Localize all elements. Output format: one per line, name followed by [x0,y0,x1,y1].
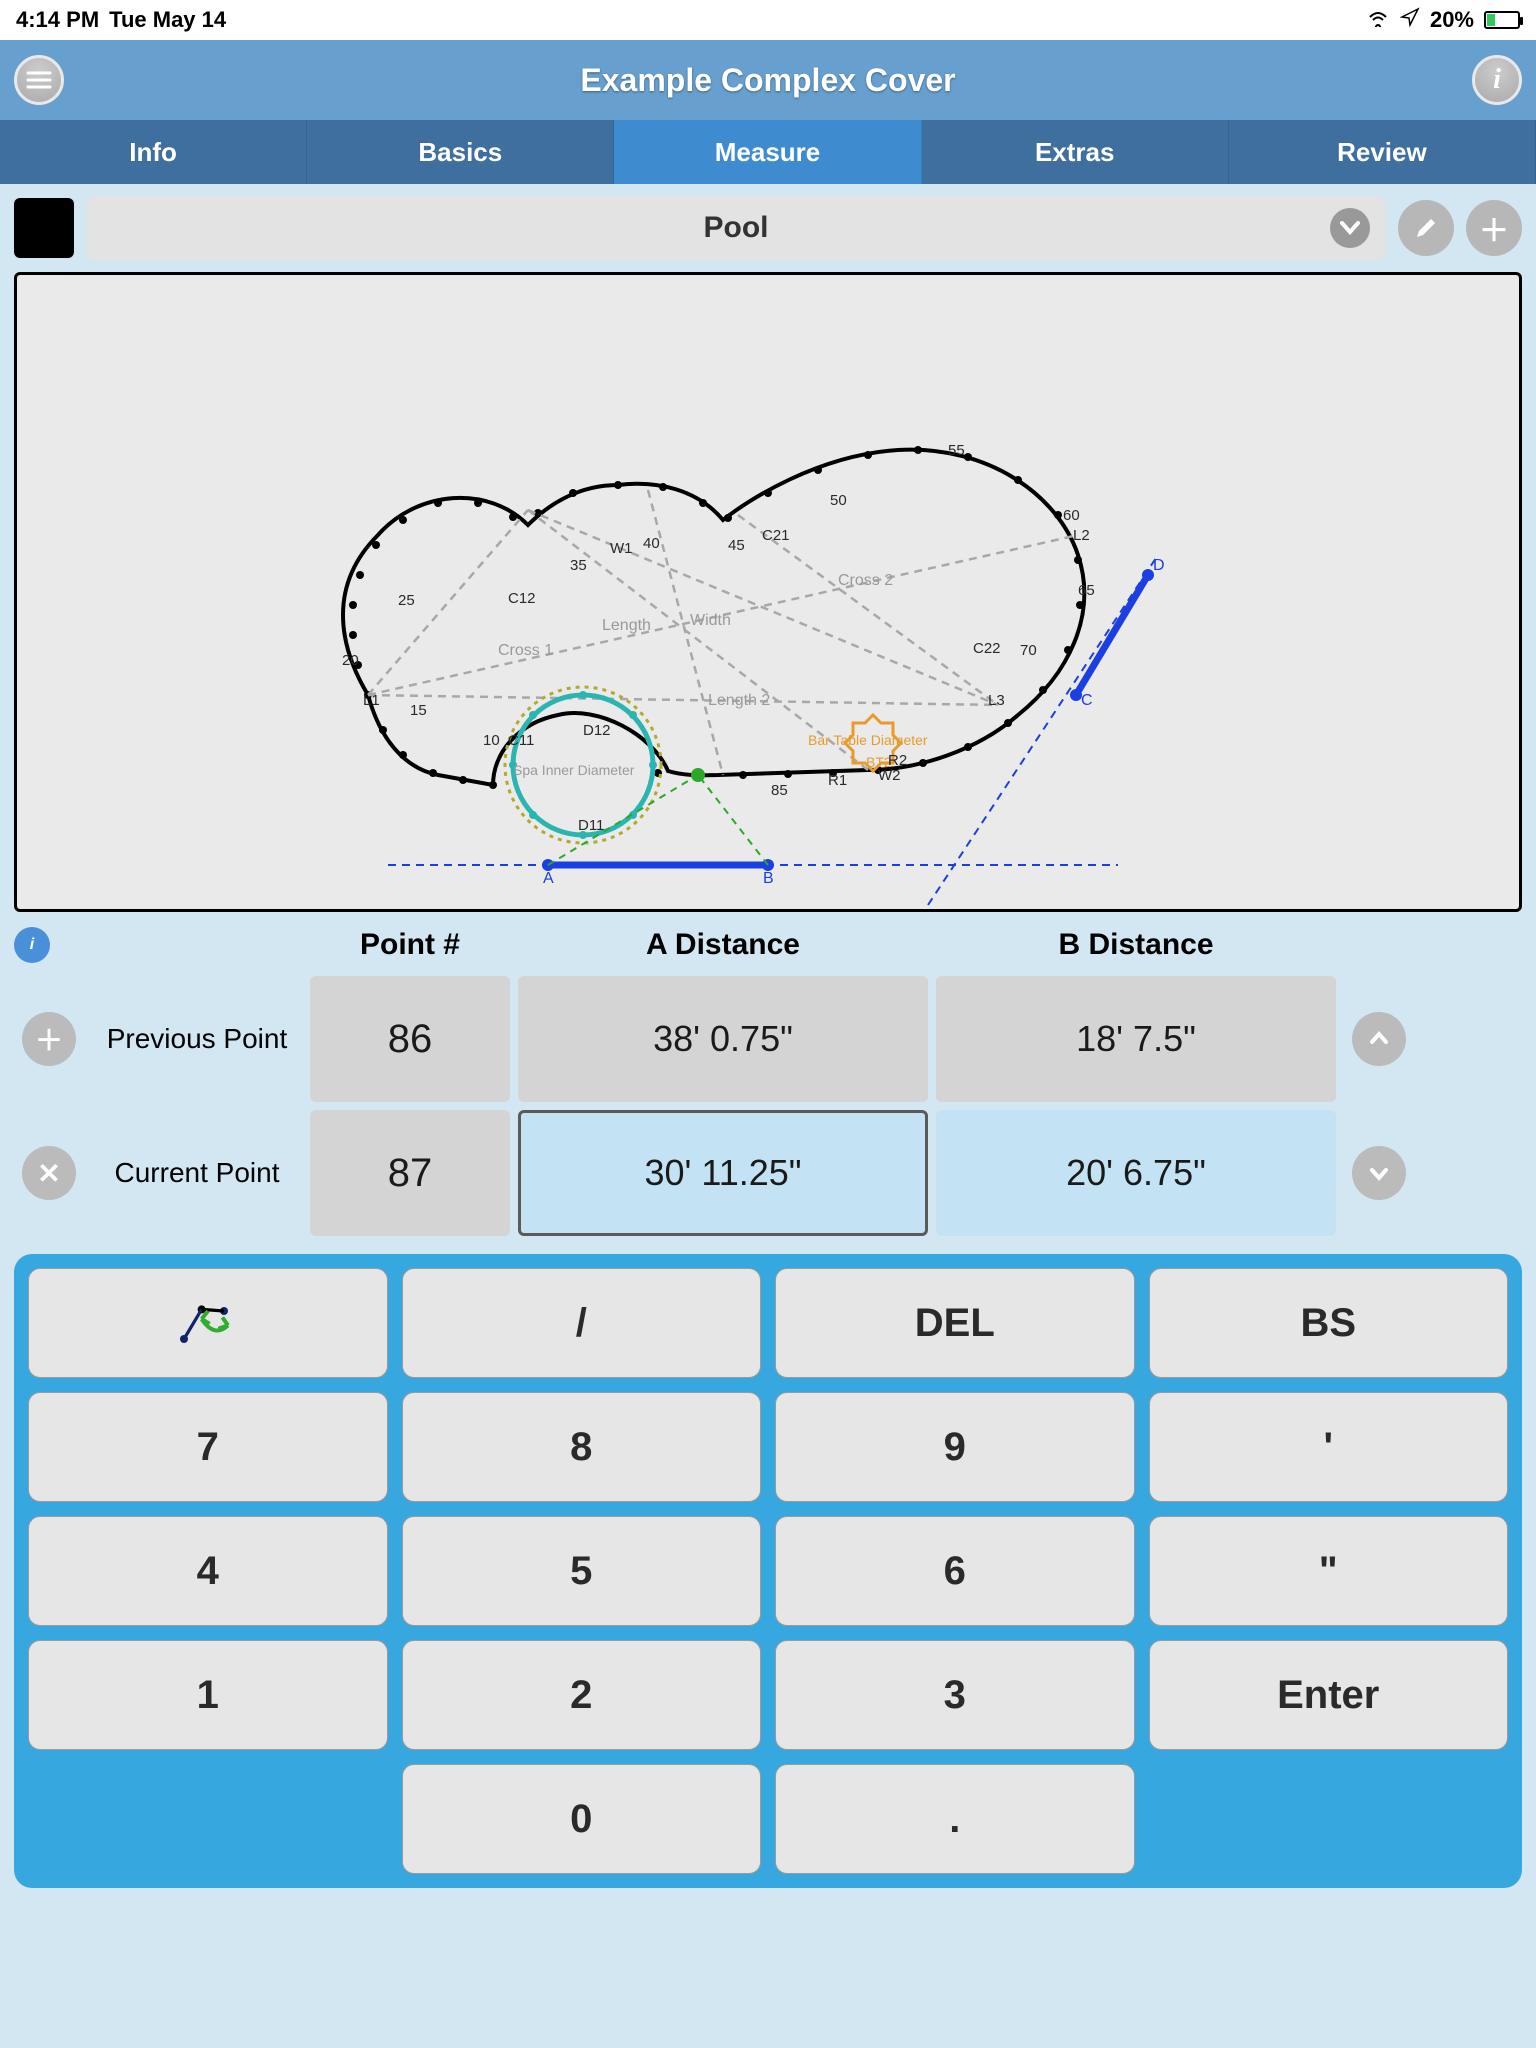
svg-text:Length 2: Length 2 [708,692,770,709]
object-name: Pool [704,211,769,245]
svg-text:C: C [1081,692,1093,709]
svg-text:20: 20 [342,652,359,669]
svg-text:60: 60 [1063,507,1080,524]
info-button[interactable]: i [1472,55,1522,105]
svg-text:C21: C21 [762,527,790,544]
tab-extras[interactable]: Extras [922,120,1229,184]
object-color-swatch[interactable] [14,198,74,258]
svg-text:35: 35 [570,557,587,574]
key-5[interactable]: 5 [402,1516,762,1626]
table-info-icon[interactable]: i [14,927,50,963]
status-time: 4:14 PM [16,7,99,33]
cur-point-num[interactable]: 87 [310,1110,510,1236]
svg-text:R2: R2 [888,752,907,769]
prev-label: Previous Point [92,1023,302,1055]
key-6[interactable]: 6 [775,1516,1135,1626]
key-0[interactable]: 0 [402,1764,762,1874]
svg-text:B: B [763,870,774,887]
scroll-up-button[interactable] [1352,1012,1406,1066]
key-7[interactable]: 7 [28,1392,388,1502]
svg-text:L1: L1 [363,692,380,709]
key-del[interactable]: DEL [775,1268,1135,1378]
svg-text:15: 15 [410,702,427,719]
battery-pct: 20% [1430,7,1474,33]
svg-text:L2: L2 [1073,527,1090,544]
svg-text:R1: R1 [828,772,847,789]
scroll-down-button[interactable] [1352,1146,1406,1200]
tab-info[interactable]: Info [0,120,307,184]
key-4[interactable]: 4 [28,1516,388,1626]
svg-text:Width: Width [690,612,731,629]
delete-point-button[interactable]: ✕ [22,1146,76,1200]
key-2[interactable]: 2 [402,1640,762,1750]
measurement-canvas[interactable]: Length Width Cross 1 Cross 2 Length 2 Sp… [14,272,1522,912]
key-1[interactable]: 1 [28,1640,388,1750]
svg-text:Cross 2: Cross 2 [838,572,893,589]
add-point-button[interactable]: ＋ [22,1012,76,1066]
svg-text:10: 10 [483,732,500,749]
svg-text:55: 55 [948,442,965,459]
prev-a-dist[interactable]: 38' 0.75" [518,976,928,1102]
tab-measure[interactable]: Measure [614,120,921,184]
svg-text:Spa Inner Diameter: Spa Inner Diameter [513,762,635,778]
key-slash[interactable]: / [402,1268,762,1378]
svg-text:C22: C22 [973,640,1001,657]
page-title: Example Complex Cover [580,62,955,99]
key-dot[interactable]: . [775,1764,1135,1874]
svg-text:Cross 1: Cross 1 [498,642,553,659]
svg-text:L3: L3 [988,692,1005,709]
svg-text:C12: C12 [508,590,536,607]
object-row: Pool ＋ [0,184,1536,272]
prev-b-dist[interactable]: 18' 7.5" [936,976,1336,1102]
cur-a-dist[interactable]: 30' 11.25" [518,1110,928,1236]
svg-text:70: 70 [1020,642,1037,659]
svg-text:A: A [543,870,554,887]
object-select[interactable]: Pool [86,196,1386,260]
location-icon [1400,7,1420,33]
key-9[interactable]: 9 [775,1392,1135,1502]
svg-text:40: 40 [643,535,660,552]
status-date: Tue May 14 [109,7,226,33]
header-b: B Distance [936,922,1336,968]
key-8[interactable]: 8 [402,1392,762,1502]
svg-text:65: 65 [1078,582,1095,599]
svg-text:50: 50 [830,492,847,509]
tab-bar: Info Basics Measure Extras Review [0,120,1536,184]
tab-basics[interactable]: Basics [307,120,614,184]
svg-text:W1: W1 [610,540,633,557]
chevron-down-icon [1330,208,1370,248]
svg-text:D: D [1153,557,1165,574]
svg-text:Length: Length [602,617,651,634]
cur-label: Current Point [92,1157,302,1189]
menu-button[interactable] [14,55,64,105]
tab-review[interactable]: Review [1229,120,1536,184]
svg-text:25: 25 [398,592,415,609]
header-point: Point # [310,922,510,968]
svg-text:Bar Table Diameter: Bar Table Diameter [808,732,928,748]
key-feet[interactable]: ' [1149,1392,1509,1502]
edit-button[interactable] [1398,200,1454,256]
svg-text:D11: D11 [578,817,604,834]
header-a: A Distance [518,922,928,968]
key-enter[interactable]: Enter [1149,1640,1509,1750]
key-bs[interactable]: BS [1149,1268,1509,1378]
add-button[interactable]: ＋ [1466,200,1522,256]
battery-icon [1484,11,1520,29]
svg-text:45: 45 [728,537,745,554]
status-bar: 4:14 PM Tue May 14 20% [0,0,1536,40]
key-3[interactable]: 3 [775,1640,1135,1750]
svg-text:D12: D12 [583,722,611,739]
title-bar: Example Complex Cover i [0,40,1536,120]
svg-text:85: 85 [771,782,788,799]
key-inches[interactable]: " [1149,1516,1509,1626]
cur-b-dist[interactable]: 20' 6.75" [936,1110,1336,1236]
wifi-icon [1366,7,1390,33]
keypad: / DEL BS 7 8 9 ' 4 5 6 " 1 2 3 Enter 0 . [14,1254,1522,1888]
svg-text:C11: C11 [508,732,534,749]
svg-text:W2: W2 [878,767,901,784]
key-flip[interactable] [28,1268,388,1378]
point-table: i Point # A Distance B Distance ＋ Previo… [0,912,1536,1236]
prev-point-num[interactable]: 86 [310,976,510,1102]
